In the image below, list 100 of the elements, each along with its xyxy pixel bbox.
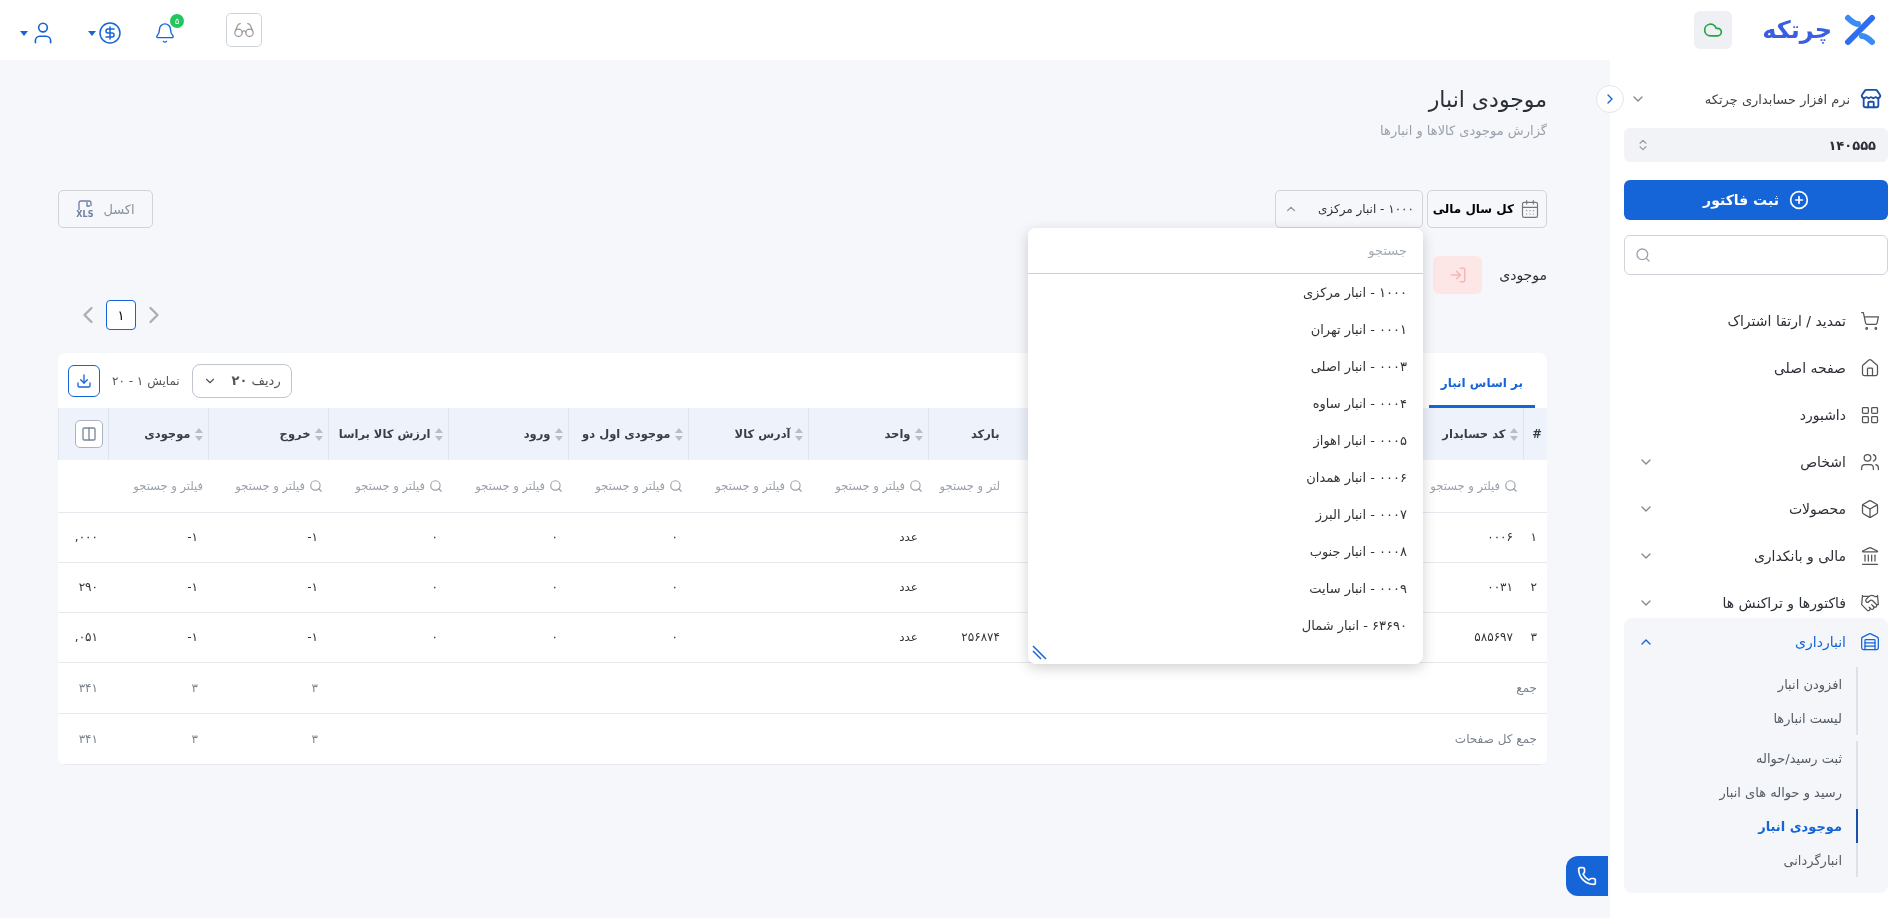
sort-icon[interactable] bbox=[434, 427, 443, 441]
users-icon bbox=[1860, 451, 1880, 472]
period-button[interactable]: کل سال مالی bbox=[1427, 190, 1547, 228]
sidebar-item[interactable]: محصولات bbox=[1624, 485, 1888, 532]
table-cell: ۰ bbox=[448, 512, 568, 562]
logo-text: چرتکه bbox=[1762, 16, 1832, 44]
page-size-select[interactable]: ردیف ۲۰ bbox=[191, 363, 292, 398]
notification-badge: ۵ bbox=[170, 14, 184, 28]
column-header[interactable]: آدرس کالا bbox=[688, 408, 808, 460]
table-cell: ۳۴۱ bbox=[58, 713, 108, 764]
warehouse-select[interactable]: ۱۰۰۰ - انبار مرکزی bbox=[1275, 190, 1423, 228]
table-cell: -۱ bbox=[208, 512, 328, 562]
sort-icon[interactable] bbox=[194, 427, 203, 441]
cart-icon bbox=[1860, 310, 1880, 331]
table-cell: ۳ bbox=[108, 662, 208, 713]
submenu-item[interactable]: انبارگردانی bbox=[1624, 843, 1858, 877]
total-label: جمع bbox=[328, 662, 1547, 713]
table-cell: ۳ bbox=[208, 713, 328, 764]
incognito-button[interactable] bbox=[226, 13, 262, 47]
columns-button[interactable] bbox=[74, 420, 103, 448]
search-icon bbox=[429, 478, 443, 493]
table-cell: ۰ bbox=[568, 612, 688, 662]
cloud-icon bbox=[1703, 20, 1724, 40]
faded-button[interactable] bbox=[1433, 256, 1483, 294]
resize-handle-icon[interactable] bbox=[1031, 645, 1047, 661]
sort-icon[interactable] bbox=[1509, 427, 1518, 441]
collapse-button[interactable] bbox=[1596, 85, 1624, 113]
column-header[interactable]: # bbox=[1523, 408, 1547, 460]
table-cell: ۰ bbox=[328, 612, 448, 662]
page-button[interactable]: ۱ bbox=[106, 300, 136, 330]
table-cell: -۱ bbox=[108, 562, 208, 612]
home-icon bbox=[1860, 357, 1880, 378]
dropdown-option[interactable]: ۰۰۰۸ - انبار جنوب bbox=[1028, 533, 1423, 570]
column-header[interactable]: موجودی اول دو bbox=[568, 408, 688, 460]
phone-icon bbox=[1577, 866, 1597, 886]
sort-icon[interactable] bbox=[794, 427, 803, 441]
submenu-item[interactable]: افزودن انبار bbox=[1624, 667, 1858, 701]
bell-icon bbox=[154, 22, 176, 44]
phone-button[interactable] bbox=[1566, 856, 1608, 896]
column-header[interactable]: ارزش کالا براسا bbox=[328, 408, 448, 460]
table-cell: ۲۹۰ bbox=[58, 562, 108, 612]
sidebar-item[interactable]: مالی و بانکداری bbox=[1624, 532, 1888, 579]
submenu-item[interactable]: ثبت رسید/حواله bbox=[1624, 741, 1858, 775]
sort-icon[interactable] bbox=[674, 427, 683, 441]
dropdown-option[interactable]: ۰۰۰۹ - انبار سایت bbox=[1028, 570, 1423, 607]
page-subtitle: گزارش موجودی کالاها و انبارها bbox=[1379, 122, 1547, 141]
search-field[interactable] bbox=[1624, 235, 1888, 275]
table-cell: عدد bbox=[808, 512, 928, 562]
stock-label: موجودی bbox=[1499, 267, 1547, 283]
sort-icon[interactable] bbox=[554, 427, 563, 441]
table-cell: -۱ bbox=[208, 562, 328, 612]
table-cell: ۰ bbox=[448, 612, 568, 662]
table-cell: -۱ bbox=[208, 612, 328, 662]
column-header[interactable]: واحد bbox=[808, 408, 928, 460]
page-title: موجودی انبار bbox=[1426, 86, 1547, 114]
submenu-item[interactable]: رسید و حواله های انبار bbox=[1624, 775, 1858, 809]
table-cell: عدد bbox=[808, 562, 928, 612]
table-cell: ۳ bbox=[208, 662, 328, 713]
dropdown-search-field[interactable]: جستجو bbox=[1028, 228, 1423, 274]
table-cell: ۳ bbox=[108, 713, 208, 764]
store-icon bbox=[1860, 88, 1882, 110]
submenu-item[interactable]: موجودی انبار bbox=[1624, 809, 1858, 843]
columns-icon bbox=[80, 426, 97, 442]
column-header[interactable]: خروج bbox=[208, 408, 328, 460]
table-cell: ۲ bbox=[1523, 562, 1547, 612]
sidebar-item[interactable]: داشبورد bbox=[1624, 391, 1888, 438]
search-icon bbox=[549, 478, 563, 493]
cloud-button[interactable] bbox=[1694, 11, 1733, 49]
dropdown-option[interactable]: ۰۰۰۳ - انبار اصلی bbox=[1028, 348, 1423, 385]
column-header[interactable]: موجودی bbox=[108, 408, 208, 460]
table-cell: -۱ bbox=[108, 612, 208, 662]
sort-icon[interactable] bbox=[914, 427, 923, 441]
total-label: جمع کل صفحات bbox=[328, 713, 1547, 764]
sidebar-item[interactable]: صفحه اصلی bbox=[1624, 344, 1888, 391]
table-cell: ۳ bbox=[1523, 612, 1547, 662]
column-header[interactable]: ورود bbox=[448, 408, 568, 460]
table-cell: -۱ bbox=[108, 512, 208, 562]
dropdown-option[interactable]: ۰۰۰۱ - انبار تهران bbox=[1028, 311, 1423, 348]
search-icon bbox=[909, 478, 923, 493]
account-select[interactable]: ۱۴۰۵۵۵ bbox=[1624, 128, 1888, 162]
range-text: نمایش ۱ - ۲۰ bbox=[112, 373, 180, 388]
submenu-item[interactable]: لیست انبارها bbox=[1624, 701, 1858, 735]
dollar-icon bbox=[98, 21, 122, 45]
sidebar-item[interactable]: تمدید / ارتقا اشتراک bbox=[1624, 297, 1888, 344]
search-icon bbox=[789, 478, 803, 493]
sort-icon[interactable] bbox=[314, 427, 323, 441]
company-name: نرم افزار حسابداری چرتکه bbox=[1703, 91, 1850, 107]
search-icon bbox=[1635, 247, 1651, 263]
new-invoice-button[interactable]: ثبت فاکتور bbox=[1624, 180, 1888, 220]
search-icon bbox=[669, 478, 683, 493]
table-cell: ۰ bbox=[448, 562, 568, 612]
table-cell: عدد bbox=[808, 612, 928, 662]
download-icon bbox=[76, 372, 92, 389]
sidebar-item[interactable]: اشخاص bbox=[1624, 438, 1888, 485]
dropdown-option[interactable]: ۱۰۰۰ - انبار مرکزی bbox=[1028, 274, 1423, 311]
table-cell: ۰ bbox=[328, 562, 448, 612]
table-cell: ۰ bbox=[328, 512, 448, 562]
download-button[interactable] bbox=[68, 364, 100, 397]
warehouse-icon bbox=[1860, 631, 1880, 652]
dropdown-option[interactable]: ۰۰۰۷ - انبار البرز bbox=[1028, 496, 1423, 533]
